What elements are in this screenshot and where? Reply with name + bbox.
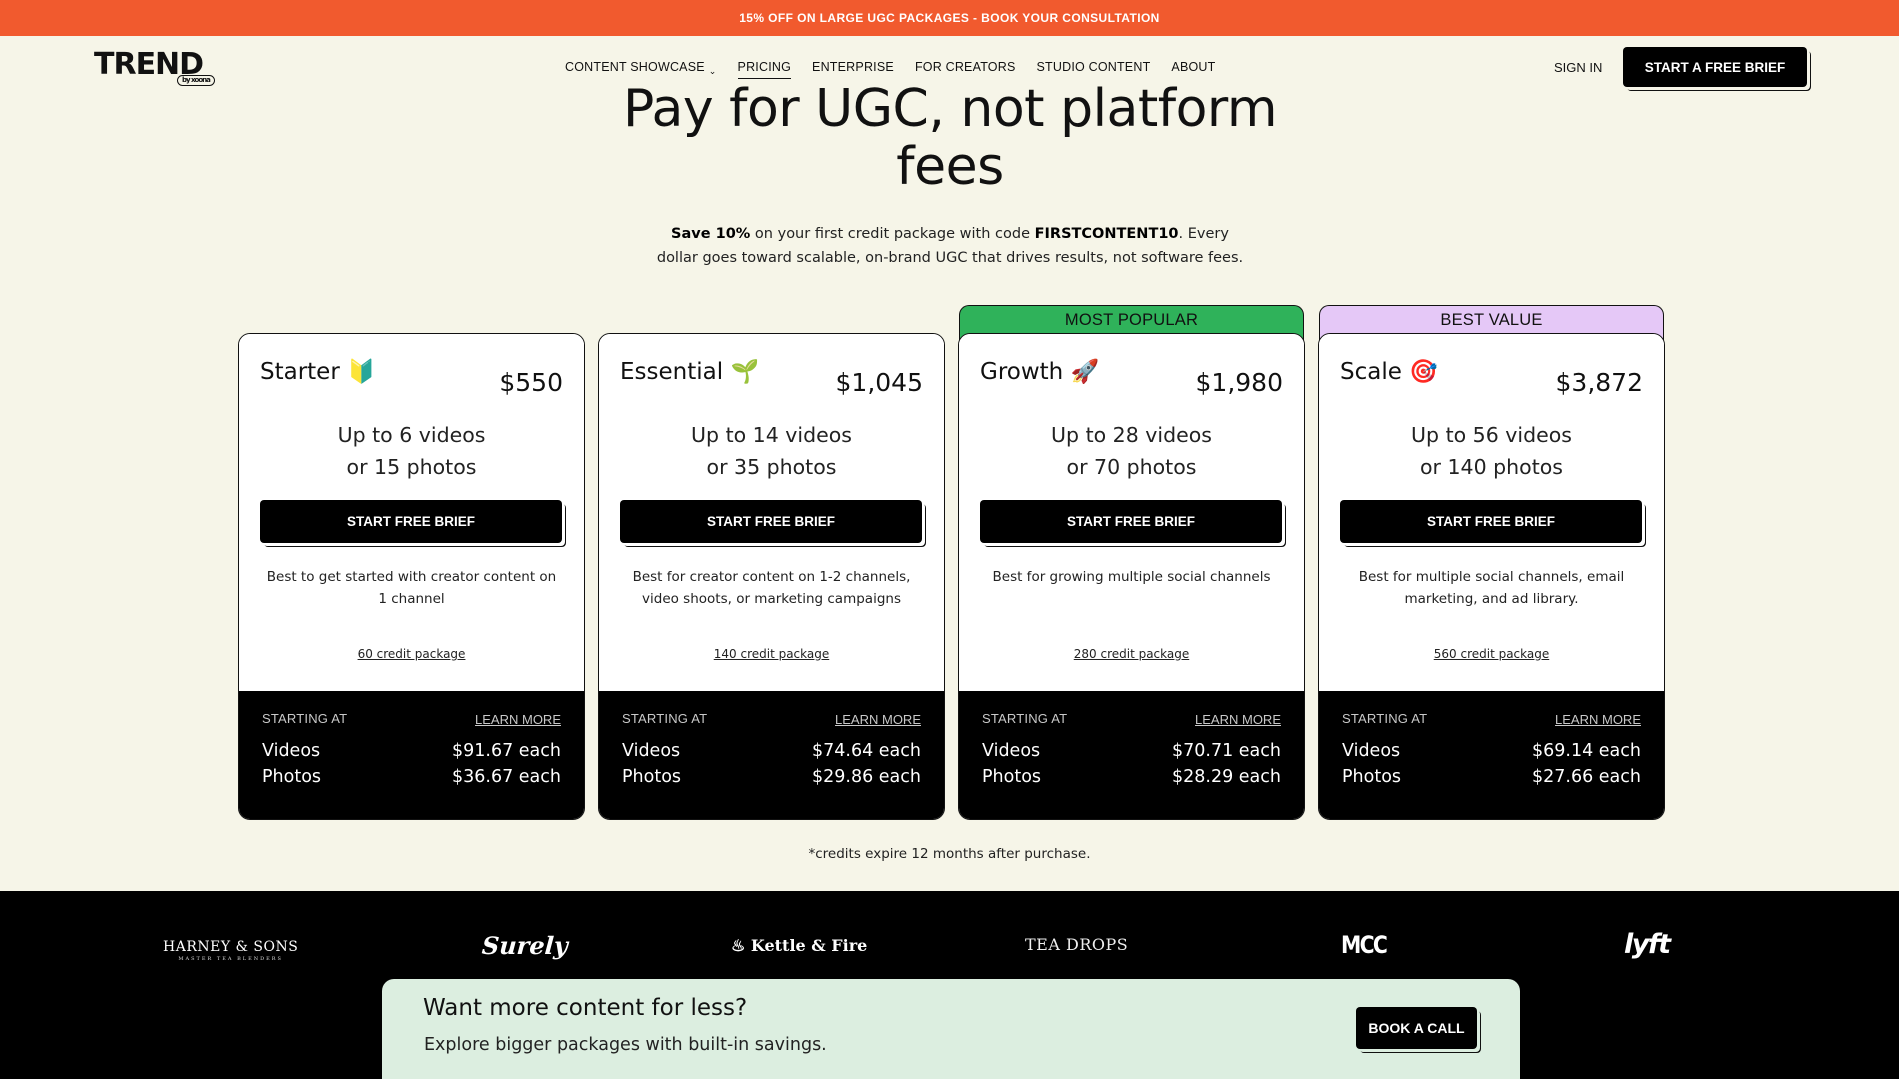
- plan-price: $1,045: [835, 368, 923, 397]
- credit-package-link[interactable]: 280 credit package: [959, 647, 1304, 661]
- plan-price: $550: [499, 368, 563, 397]
- start-free-brief-button[interactable]: START FREE BRIEF: [620, 500, 922, 543]
- flame-icon: ♨: [731, 936, 751, 955]
- plan-emoji-icon: 🎯: [1409, 359, 1438, 385]
- nav-content-showcase[interactable]: CONTENT SHOWCASE ⌄: [565, 60, 717, 79]
- promo-banner[interactable]: 15% OFF ON LARGE UGC PACKAGES - BOOK YOU…: [0, 0, 1899, 36]
- nav-enterprise[interactable]: ENTERPRISE: [812, 60, 894, 79]
- video-price-row: Videos $91.67 each: [262, 741, 561, 761]
- plan-card-top: Essential 🌱 $1,045 Up to 14 videos or 35 …: [599, 334, 944, 691]
- plan-name: Essential 🌱: [620, 359, 760, 385]
- plan-volume: Up to 56 videos or 140 photos: [1411, 423, 1572, 479]
- credit-package-link[interactable]: 60 credit package: [239, 647, 584, 661]
- learn-more-link[interactable]: LEARN MORE: [1555, 712, 1641, 727]
- plan-emoji-icon: 🌱: [730, 359, 760, 385]
- chevron-down-icon: ⌄: [708, 66, 717, 76]
- bottom-cta-subtitle: Explore bigger packages with built-in sa…: [424, 1035, 827, 1055]
- plan-card-starter: Starter 🔰 $550 Up to 6 videos or 15 photo…: [238, 333, 585, 820]
- nav-pricing[interactable]: PRICING: [737, 60, 792, 79]
- plan-card-pricing: STARTING AT LEARN MORE Videos $70.71 each…: [959, 691, 1304, 819]
- plan-volume: Up to 6 videos or 15 photos: [337, 423, 486, 479]
- lyft-logo: lyft: [1624, 929, 1671, 960]
- start-free-brief-button[interactable]: START FREE BRIEF: [980, 500, 1282, 543]
- learn-more-link[interactable]: LEARN MORE: [835, 712, 921, 727]
- credit-package-link[interactable]: 140 credit package: [599, 647, 944, 661]
- plan-emoji-icon: 🔰: [347, 359, 376, 385]
- starting-at-label: STARTING AT: [262, 711, 348, 726]
- sign-in-link[interactable]: SIGN IN: [1554, 60, 1602, 75]
- tea-drops-logo: TEA DROPS: [1025, 935, 1129, 954]
- plan-name: Growth 🚀: [980, 359, 1100, 385]
- plan-card-pricing: STARTING AT LEARN MORE Videos $91.67 each…: [239, 691, 584, 819]
- photo-price-row: Photos $28.29 each: [982, 767, 1281, 787]
- plan-description: Best for growing multiple social channel…: [992, 569, 1271, 585]
- plan-card-scale: Scale 🎯 $3,872 Up to 56 videos or 140 pho…: [1318, 333, 1665, 820]
- book-a-call-button[interactable]: BOOK A CALL: [1356, 1007, 1477, 1049]
- nav-studio-content[interactable]: STUDIO CONTENT: [1037, 60, 1151, 79]
- plan-card-pricing: STARTING AT LEARN MORE Videos $74.64 each…: [599, 691, 944, 819]
- logo-subtitle: by xoona: [177, 75, 215, 86]
- plan-name: Starter 🔰: [260, 359, 376, 385]
- plan-card-pricing: STARTING AT LEARN MORE Videos $69.14 each…: [1319, 691, 1664, 819]
- start-free-brief-button[interactable]: START FREE BRIEF: [1340, 500, 1642, 543]
- main-nav: CONTENT SHOWCASE ⌄ PRICING ENTERPRISE FOR…: [565, 60, 1236, 79]
- page-title: Pay for UGC, not platform fees: [622, 79, 1278, 197]
- plan-name: Scale 🎯: [1340, 359, 1438, 385]
- brand-logo[interactable]: TREND by xoona: [94, 50, 215, 86]
- plan-volume: Up to 28 videos or 70 photos: [1051, 423, 1212, 479]
- credit-package-link[interactable]: 560 credit package: [1319, 647, 1664, 661]
- video-price-row: Videos $70.71 each: [982, 741, 1281, 761]
- starting-at-label: STARTING AT: [1342, 711, 1428, 726]
- credits-note: *credits expire 12 months after purchase…: [808, 846, 1091, 862]
- surely-logo: Surely: [480, 931, 569, 960]
- plan-description: Best to get started with creator content…: [266, 569, 557, 607]
- hero-subtitle: Save 10% on your first credit package wi…: [656, 226, 1244, 266]
- mcc-logo: MCC: [1340, 931, 1388, 959]
- plan-volume: Up to 14 videos or 35 photos: [691, 423, 852, 479]
- plan-price: $1,980: [1195, 368, 1283, 397]
- learn-more-link[interactable]: LEARN MORE: [1195, 712, 1281, 727]
- photo-price-row: Photos $36.67 each: [262, 767, 561, 787]
- plan-description: Best for multiple social channels, email…: [1358, 569, 1625, 607]
- video-price-row: Videos $74.64 each: [622, 741, 921, 761]
- start-free-brief-button[interactable]: START A FREE BRIEF: [1623, 47, 1807, 87]
- plan-card-top: Starter 🔰 $550 Up to 6 videos or 15 photo…: [239, 334, 584, 691]
- start-free-brief-button[interactable]: START FREE BRIEF: [260, 500, 562, 543]
- harney-sons-logo: HARNEY & SONS MASTER TEA BLENDERS: [163, 939, 299, 962]
- plan-description: Best for creator content on 1-2 channels…: [632, 569, 911, 607]
- starting-at-label: STARTING AT: [982, 711, 1068, 726]
- bottom-cta-title: Want more content for less?: [423, 995, 748, 1021]
- plan-card-top: Growth 🚀 $1,980 Up to 28 videos or 70 pho…: [959, 334, 1304, 691]
- plan-card-essential: Essential 🌱 $1,045 Up to 14 videos or 35 …: [598, 333, 945, 820]
- photo-price-row: Photos $29.86 each: [622, 767, 921, 787]
- nav-for-creators[interactable]: FOR CREATORS: [915, 60, 1016, 79]
- learn-more-link[interactable]: LEARN MORE: [475, 712, 561, 727]
- plan-card-top: Scale 🎯 $3,872 Up to 56 videos or 140 pho…: [1319, 334, 1664, 691]
- kettle-fire-logo: ♨ Kettle & Fire: [731, 936, 868, 955]
- bottom-cta-panel: Want more content for less? Explore bigg…: [382, 979, 1520, 1079]
- video-price-row: Videos $69.14 each: [1342, 741, 1641, 761]
- photo-price-row: Photos $27.66 each: [1342, 767, 1641, 787]
- starting-at-label: STARTING AT: [622, 711, 708, 726]
- nav-about[interactable]: ABOUT: [1171, 60, 1215, 79]
- plan-card-growth: Growth 🚀 $1,980 Up to 28 videos or 70 pho…: [958, 333, 1305, 820]
- plan-price: $3,872: [1555, 368, 1643, 397]
- plan-emoji-icon: 🚀: [1070, 359, 1100, 385]
